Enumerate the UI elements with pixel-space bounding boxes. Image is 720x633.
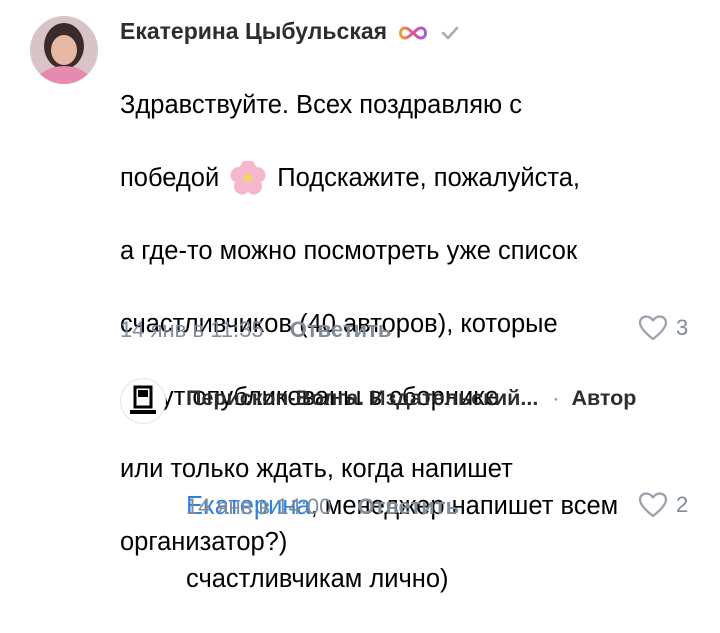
like-count: 2 — [676, 492, 689, 517]
comment-item: Екатерина Цыбульская Здравствуйте. Всех … — [0, 0, 720, 556]
comment-line-part: победой — [120, 164, 220, 193]
avatar[interactable] — [120, 378, 166, 424]
reply-button[interactable]: Ответить — [290, 317, 392, 342]
reply-text: Екатерина, менеджер напишет всем счастли… — [186, 415, 696, 633]
author-tag: Автор — [571, 386, 637, 410]
like-count: 3 — [676, 315, 689, 340]
checkmark-icon — [441, 26, 459, 40]
author-separator: · — [552, 386, 560, 410]
author-name-text[interactable]: Екатерина Цыбульская — [120, 18, 387, 44]
comment-author-name[interactable]: Екатерина Цыбульская — [120, 18, 460, 45]
avatar-photo — [30, 16, 98, 84]
infinity-badge-icon — [399, 26, 428, 40]
heart-outline-icon — [638, 315, 668, 341]
reply-author-name[interactable]: Перископ-Волга. Издательский... — [186, 386, 538, 410]
flower-emoji-icon — [230, 161, 266, 195]
reply-item: Перископ-Волга. Издательский... · Автор … — [0, 360, 720, 593]
reply-timestamp[interactable]: 14 янв в 14:00 — [186, 494, 331, 519]
reply-meta: 14 янв в 14:00 Ответить — [186, 494, 459, 520]
reply-author-row: Перископ-Волга. Издательский... · Автор — [186, 386, 636, 411]
comment-meta: 14 янв в 11:35 Ответить — [120, 317, 391, 343]
like-button[interactable]: 3 — [638, 314, 688, 342]
like-button[interactable]: 2 — [638, 491, 688, 519]
comment-line: Здравствуйте. Всех поздравляю с — [120, 91, 522, 120]
reply-line: счастливчикам лично) — [186, 564, 449, 593]
heart-outline-icon — [638, 492, 668, 518]
avatar[interactable] — [30, 16, 98, 84]
comment-line-with-emoji: победой Подскажите, пожалуйста, — [120, 160, 700, 196]
comment-line: а где-то можно посмотреть уже список — [120, 237, 578, 266]
comment-timestamp[interactable]: 14 янв в 11:35 — [120, 317, 264, 342]
comment-line-part: Подскажите, пожалуйста, — [277, 164, 581, 193]
reply-button[interactable]: Ответить — [357, 494, 459, 519]
publisher-logo — [130, 385, 156, 414]
